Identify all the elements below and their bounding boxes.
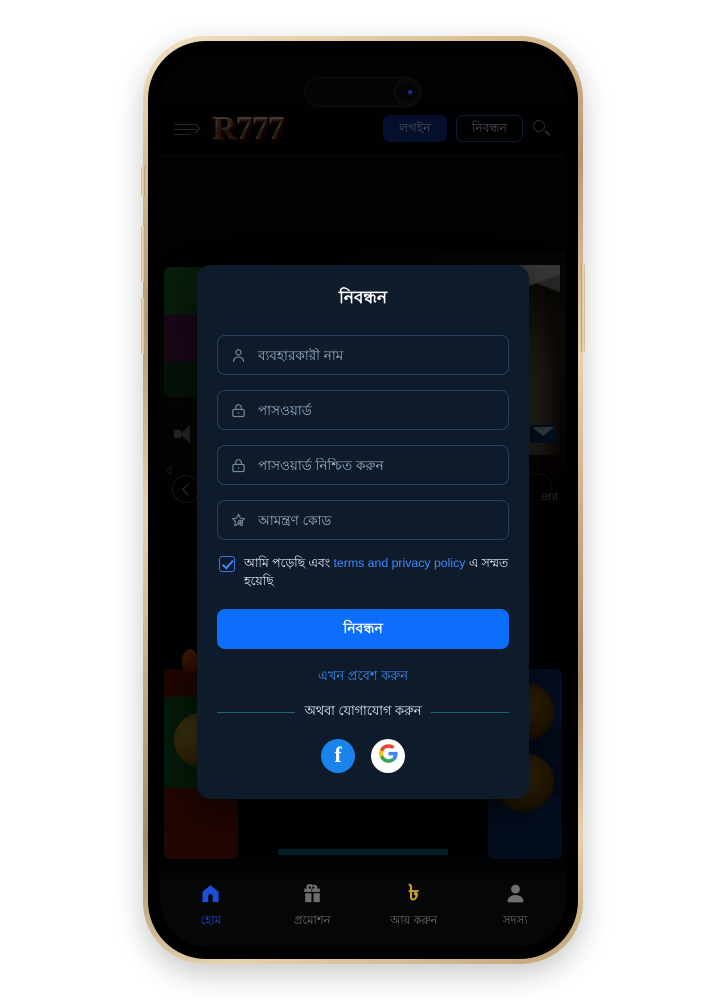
nav-item-home[interactable]: হোম <box>160 873 262 939</box>
nav-label-promotion: প্রমোশন <box>293 914 331 927</box>
phone-bezel: র্ব ent <box>148 41 578 959</box>
nav-label-member: সদস্য <box>502 914 528 927</box>
phone-screen: র্ব ent <box>160 53 566 947</box>
terms-prefix: আমি পড়েছি এবং <box>244 556 331 570</box>
google-login-button[interactable] <box>371 738 405 773</box>
register-modal: নিবন্ধন ব্যবহারকারী নাম আমন্ত্রণ কোড আমি… <box>197 265 529 799</box>
google-icon <box>378 743 398 768</box>
mute-switch[interactable] <box>141 166 145 196</box>
nav-item-earn[interactable]: ৳ আয় করুন <box>363 873 465 939</box>
password-field[interactable] <box>217 390 509 430</box>
divider-label: অথবা যোগাযোগ করুন <box>304 702 422 718</box>
username-field[interactable] <box>217 335 509 375</box>
login-now-link[interactable]: এখন প্রবেশ করুন <box>217 667 509 688</box>
nav-item-member[interactable]: সদস্য <box>465 873 567 939</box>
person-icon <box>504 882 527 905</box>
social-login-row: f <box>217 738 509 773</box>
taka-icon: ৳ <box>408 880 420 905</box>
nav-label-home: হোম <box>200 914 221 927</box>
terms-row: আমি পড়েছি এবং terms and privacy policy … <box>217 555 509 591</box>
confirm-password-field[interactable] <box>217 445 509 485</box>
facebook-icon: f <box>334 741 342 767</box>
register-submit-button[interactable]: নিবন্ধন <box>217 608 509 649</box>
invite-code-field[interactable] <box>217 500 509 540</box>
confirm-password-input[interactable] <box>258 457 496 473</box>
volume-up-button[interactable] <box>141 226 145 282</box>
divider-line-left <box>217 711 295 713</box>
modal-title: নিবন্ধন <box>338 288 388 307</box>
social-divider: অথবা যোগাযোগ করুন <box>217 702 509 723</box>
username-input[interactable] <box>258 347 496 363</box>
password-input[interactable] <box>258 402 496 418</box>
terms-privacy-link[interactable]: terms and privacy policy <box>333 556 465 570</box>
app-root: র্ব ent <box>160 53 566 947</box>
camera-ring <box>394 79 420 105</box>
screenshot-stage: র্ব ent <box>0 0 723 1000</box>
user-icon <box>230 347 247 364</box>
dynamic-island <box>304 77 422 107</box>
power-button[interactable] <box>581 264 585 352</box>
lock-icon <box>230 457 247 474</box>
lock-icon <box>230 402 247 419</box>
terms-text: আমি পড়েছি এবং terms and privacy policy … <box>244 555 509 591</box>
star-gear-icon <box>230 512 247 529</box>
facebook-login-button[interactable]: f <box>321 738 355 773</box>
gift-icon <box>301 882 324 905</box>
terms-checkbox[interactable] <box>219 556 235 572</box>
phone-frame: র্ব ent <box>141 36 585 964</box>
bottom-navigation: হোম প্রমোশন ৳ আয় করুন সদস্য <box>160 873 566 947</box>
divider-line-right <box>431 711 509 713</box>
nav-label-earn: আয় করুন <box>390 914 438 927</box>
volume-down-button[interactable] <box>141 298 145 354</box>
nav-item-promotion[interactable]: প্রমোশন <box>262 873 364 939</box>
home-icon <box>199 882 222 905</box>
invite-code-input[interactable] <box>258 512 496 528</box>
